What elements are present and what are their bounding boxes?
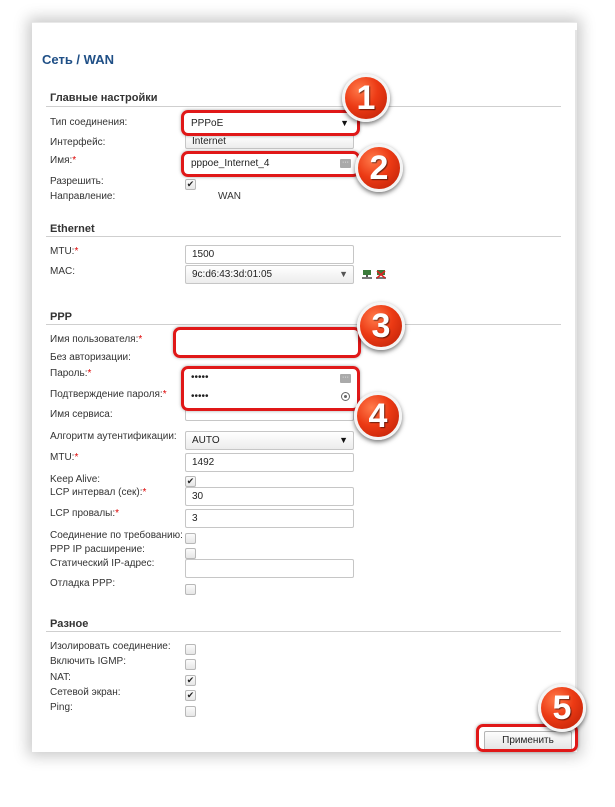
- dropdown-arrow-icon: ▼: [339, 435, 348, 445]
- lcp-fails-value: 3: [192, 513, 198, 524]
- nat-label: NAT:: [50, 672, 71, 683]
- mac-value: 9c:d6:43:3d:01:05: [192, 269, 273, 280]
- eth-mtu-value: 1500: [192, 249, 215, 260]
- isolate-label: Изолировать соединение:: [50, 641, 171, 652]
- service-name-input[interactable]: [185, 410, 354, 421]
- highlight-username: [173, 327, 361, 358]
- direction-value: WAN: [218, 191, 241, 202]
- confirm-password-label: Подтверждение пароля:*: [50, 389, 167, 400]
- ping-label: Ping:: [50, 702, 73, 713]
- isolate-checkbox[interactable]: [185, 644, 196, 655]
- eth-mtu-input[interactable]: 1500: [185, 245, 354, 264]
- section-divider: [46, 324, 561, 325]
- auth-algorithm-select[interactable]: AUTO ▼: [185, 431, 354, 450]
- on-demand-checkbox[interactable]: [185, 533, 196, 544]
- lcp-fails-label: LCP провалы:*: [50, 508, 120, 519]
- section-title-main: Главные настройки: [50, 92, 158, 104]
- ppp-mtu-value: 1492: [192, 457, 215, 468]
- auth-algorithm-label: Алгоритм аутентификации:: [50, 431, 177, 442]
- interface-value: Internet: [192, 136, 226, 147]
- network-clone-mac-icon[interactable]: [376, 270, 386, 279]
- auth-algorithm-value: AUTO: [192, 435, 220, 446]
- direction-label: Направление:: [50, 191, 116, 202]
- name-label: Имя:*: [50, 155, 77, 166]
- vertical-scrollbar[interactable]: [575, 30, 577, 750]
- highlight-conn-type: [181, 110, 360, 136]
- allow-checkbox[interactable]: ✔: [185, 179, 196, 190]
- ppp-debug-checkbox[interactable]: [185, 584, 196, 595]
- highlight-passwords: [181, 366, 360, 411]
- keepalive-checkbox[interactable]: ✔: [185, 476, 196, 487]
- callout-badge-3: 3: [357, 302, 405, 350]
- service-name-label: Имя сервиса:: [50, 409, 113, 420]
- allow-label: Разрешить:: [50, 176, 104, 187]
- on-demand-label: Соединение по требованию:: [50, 530, 183, 541]
- lcp-interval-input[interactable]: 30: [185, 487, 354, 506]
- static-ip-input[interactable]: [185, 559, 354, 578]
- igmp-checkbox[interactable]: [185, 659, 196, 670]
- mac-select[interactable]: 9c:d6:43:3d:01:05 ▼: [185, 265, 354, 284]
- ppp-mtu-input[interactable]: 1492: [185, 453, 354, 472]
- section-title-ppp: PPP: [50, 311, 73, 323]
- ppp-ip-ext-label: PPP IP расширение:: [50, 544, 145, 555]
- ppp-mtu-label: MTU:*: [50, 452, 79, 463]
- keepalive-label: Keep Alive:: [50, 474, 101, 485]
- section-divider: [46, 631, 561, 632]
- callout-badge-1: 1: [342, 74, 390, 122]
- section-divider: [46, 106, 561, 107]
- firewall-label: Сетевой экран:: [50, 687, 121, 698]
- password-label: Пароль:*: [50, 368, 92, 379]
- conn-type-label: Тип соединения:: [50, 117, 128, 128]
- no-auth-label: Без авторизации:: [50, 352, 131, 363]
- section-title-misc: Разное: [50, 618, 89, 630]
- breadcrumb: Сеть / WAN: [42, 52, 114, 67]
- firewall-checkbox[interactable]: ✔: [185, 690, 196, 701]
- callout-badge-4: 4: [354, 392, 402, 440]
- lcp-fails-input[interactable]: 3: [185, 509, 354, 528]
- eth-mtu-label: MTU:*: [50, 246, 79, 257]
- section-divider: [46, 236, 561, 237]
- mac-label: MAC:: [50, 266, 75, 277]
- ppp-ip-ext-checkbox[interactable]: [185, 548, 196, 559]
- callout-badge-2: 2: [355, 144, 403, 192]
- username-label: Имя пользователя:*: [50, 334, 143, 345]
- dropdown-arrow-icon: ▼: [339, 269, 348, 279]
- panel-top-border: [32, 22, 577, 33]
- igmp-label: Включить IGMP:: [50, 656, 126, 667]
- lcp-interval-label: LCP интервал (сек):*: [50, 487, 147, 498]
- interface-label: Интерфейс:: [50, 137, 106, 148]
- section-title-ethernet: Ethernet: [50, 223, 95, 235]
- lcp-interval-value: 30: [192, 491, 204, 502]
- interface-select[interactable]: Internet: [185, 134, 354, 149]
- ping-checkbox[interactable]: [185, 706, 196, 717]
- callout-badge-5: 5: [538, 684, 586, 732]
- nat-checkbox[interactable]: ✔: [185, 675, 196, 686]
- static-ip-label: Статический IP-адрес:: [50, 558, 155, 569]
- ppp-debug-label: Отладка PPP:: [50, 578, 116, 589]
- network-computer-icon[interactable]: [362, 270, 372, 279]
- highlight-name: [181, 151, 360, 177]
